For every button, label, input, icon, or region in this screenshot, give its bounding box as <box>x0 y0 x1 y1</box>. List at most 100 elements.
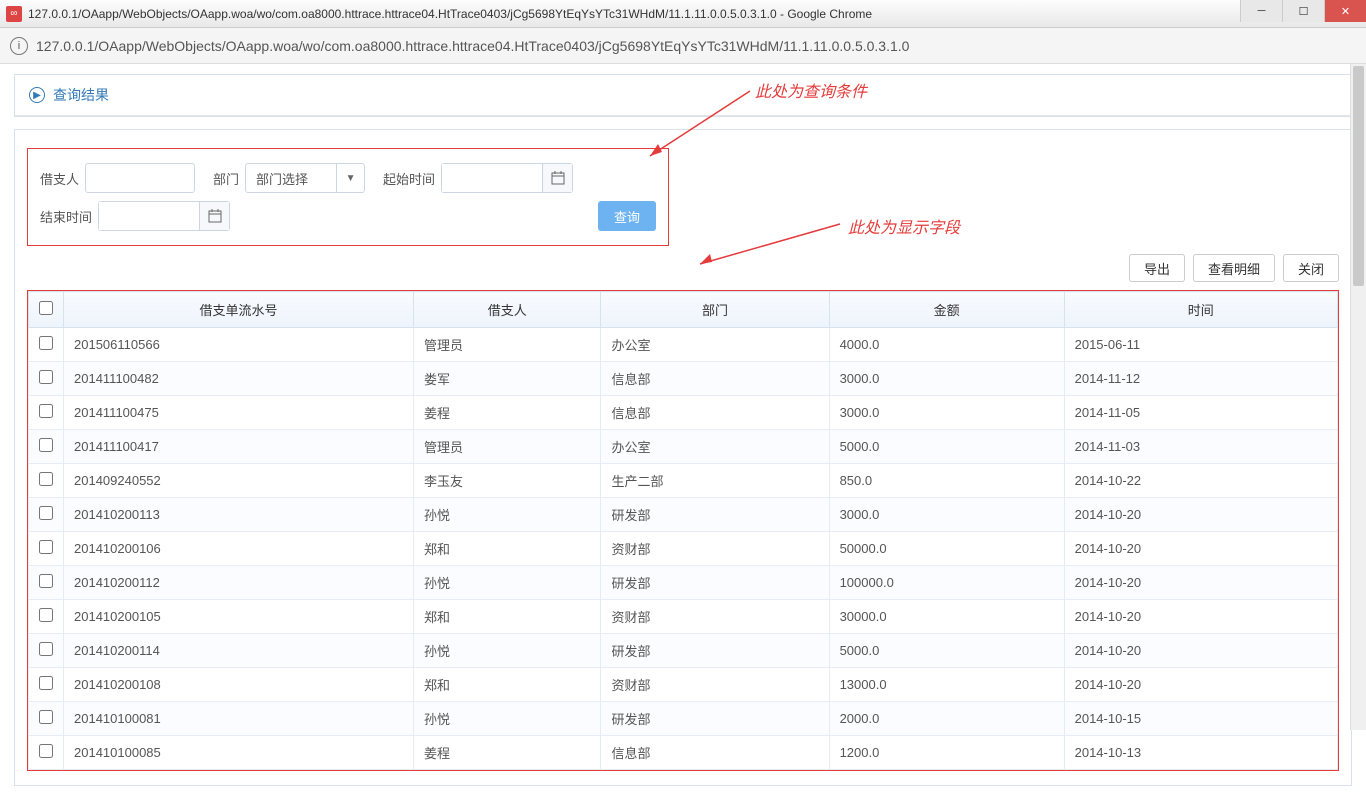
cell-dept: 研发部 <box>601 702 829 736</box>
row-checkbox[interactable] <box>39 336 53 350</box>
cell-serial: 201410200113 <box>64 498 414 532</box>
row-checkbox[interactable] <box>39 540 53 554</box>
cell-serial: 201410200114 <box>64 634 414 668</box>
cell-amount: 3000.0 <box>829 362 1064 396</box>
table-row[interactable]: 201506110566管理员办公室4000.02015-06-11 <box>29 328 1338 362</box>
cell-amount: 50000.0 <box>829 532 1064 566</box>
table-row[interactable]: 201411100417管理员办公室5000.02014-11-03 <box>29 430 1338 464</box>
row-checkbox[interactable] <box>39 472 53 486</box>
row-checkbox[interactable] <box>39 744 53 758</box>
cell-time: 2014-10-20 <box>1064 600 1337 634</box>
dept-label: 部门 <box>213 169 239 188</box>
panel-title: 查询结果 <box>53 85 109 105</box>
dept-select[interactable]: 部门选择 ▼ <box>245 163 365 193</box>
chevron-right-icon[interactable]: ▶ <box>29 87 45 103</box>
end-date-field[interactable] <box>99 202 199 230</box>
cell-dept: 办公室 <box>601 328 829 362</box>
row-checkbox[interactable] <box>39 438 53 452</box>
maximize-button[interactable]: ☐ <box>1282 0 1324 22</box>
result-table-wrap: 借支单流水号 借支人 部门 金额 时间 201506110566管理员办公室40… <box>27 290 1339 771</box>
cell-serial: 201410100085 <box>64 736 414 770</box>
query-button[interactable]: 查询 <box>598 201 656 231</box>
cell-serial: 201411100417 <box>64 430 414 464</box>
cell-time: 2014-10-13 <box>1064 736 1337 770</box>
row-checkbox[interactable] <box>39 370 53 384</box>
table-row[interactable]: 201410200106郑和资财部50000.02014-10-20 <box>29 532 1338 566</box>
select-all-checkbox[interactable] <box>39 301 53 315</box>
end-date-input[interactable] <box>98 201 230 231</box>
row-checkbox[interactable] <box>39 710 53 724</box>
annotation-fields: 此处为显示字段 <box>848 214 960 238</box>
cell-amount: 3000.0 <box>829 396 1064 430</box>
chevron-down-icon: ▼ <box>336 164 364 192</box>
cell-amount: 2000.0 <box>829 702 1064 736</box>
row-checkbox[interactable] <box>39 404 53 418</box>
table-row[interactable]: 201410200114孙悦研发部5000.02014-10-20 <box>29 634 1338 668</box>
scroll-thumb[interactable] <box>1353 66 1364 286</box>
table-row[interactable]: 201410100085姜程信息部1200.02014-10-13 <box>29 736 1338 770</box>
filter-borrower: 借支人 <box>40 163 195 193</box>
cell-borrower: 郑和 <box>414 532 601 566</box>
scrollbar[interactable] <box>1350 64 1366 730</box>
info-icon[interactable]: i <box>10 37 28 55</box>
cell-borrower: 李玉友 <box>414 464 601 498</box>
cell-borrower: 孙悦 <box>414 634 601 668</box>
cell-amount: 4000.0 <box>829 328 1064 362</box>
table-row[interactable]: 201411100482娄军信息部3000.02014-11-12 <box>29 362 1338 396</box>
table-row[interactable]: 201410200105郑和资财部30000.02014-10-20 <box>29 600 1338 634</box>
calendar-icon[interactable] <box>542 164 572 192</box>
table-row[interactable]: 201410200113孙悦研发部3000.02014-10-20 <box>29 498 1338 532</box>
table-header-row: 借支单流水号 借支人 部门 金额 时间 <box>29 292 1338 328</box>
cell-dept: 信息部 <box>601 362 829 396</box>
cell-dept: 研发部 <box>601 634 829 668</box>
result-table: 借支单流水号 借支人 部门 金额 时间 201506110566管理员办公室40… <box>28 291 1338 770</box>
cell-amount: 5000.0 <box>829 634 1064 668</box>
close-button[interactable]: 关闭 <box>1283 254 1339 282</box>
cell-amount: 1200.0 <box>829 736 1064 770</box>
calendar-icon[interactable] <box>199 202 229 230</box>
table-row[interactable]: 201409240552李玉友生产二部850.02014-10-22 <box>29 464 1338 498</box>
cell-borrower: 孙悦 <box>414 566 601 600</box>
close-window-button[interactable]: ✕ <box>1324 0 1366 22</box>
window-title: 127.0.0.1/OAapp/WebObjects/OAapp.woa/wo/… <box>28 7 872 21</box>
cell-borrower: 姜程 <box>414 396 601 430</box>
cell-borrower: 管理员 <box>414 430 601 464</box>
cell-serial: 201506110566 <box>64 328 414 362</box>
cell-dept: 信息部 <box>601 396 829 430</box>
col-serial: 借支单流水号 <box>64 292 414 328</box>
url-text[interactable]: 127.0.0.1/OAapp/WebObjects/OAapp.woa/wo/… <box>36 38 909 54</box>
cell-serial: 201410200106 <box>64 532 414 566</box>
export-button[interactable]: 导出 <box>1129 254 1185 282</box>
cell-borrower: 孙悦 <box>414 702 601 736</box>
cell-dept: 资财部 <box>601 532 829 566</box>
table-row[interactable]: 201411100475姜程信息部3000.02014-11-05 <box>29 396 1338 430</box>
start-date-field[interactable] <box>442 164 542 192</box>
table-row[interactable]: 201410100081孙悦研发部2000.02014-10-15 <box>29 702 1338 736</box>
cell-time: 2014-10-22 <box>1064 464 1337 498</box>
start-date-input[interactable] <box>441 163 573 193</box>
row-checkbox[interactable] <box>39 506 53 520</box>
borrower-input[interactable] <box>85 163 195 193</box>
row-checkbox[interactable] <box>39 574 53 588</box>
cell-amount: 30000.0 <box>829 600 1064 634</box>
row-checkbox[interactable] <box>39 642 53 656</box>
cell-borrower: 郑和 <box>414 600 601 634</box>
cell-serial: 201409240552 <box>64 464 414 498</box>
borrower-label: 借支人 <box>40 169 79 188</box>
row-checkbox[interactable] <box>39 676 53 690</box>
cell-dept: 资财部 <box>601 668 829 702</box>
detail-button[interactable]: 查看明细 <box>1193 254 1275 282</box>
table-row[interactable]: 201410200112孙悦研发部100000.02014-10-20 <box>29 566 1338 600</box>
minimize-button[interactable]: ─ <box>1240 0 1282 22</box>
cell-time: 2014-11-05 <box>1064 396 1337 430</box>
cell-time: 2014-10-20 <box>1064 532 1337 566</box>
annotation-condition: 此处为查询条件 <box>755 78 867 102</box>
col-borrower: 借支人 <box>414 292 601 328</box>
cell-serial: 201411100475 <box>64 396 414 430</box>
cell-amount: 13000.0 <box>829 668 1064 702</box>
table-row[interactable]: 201410200108郑和资财部13000.02014-10-20 <box>29 668 1338 702</box>
cell-amount: 5000.0 <box>829 430 1064 464</box>
favicon-icon: ∞ <box>6 6 22 22</box>
cell-amount: 3000.0 <box>829 498 1064 532</box>
row-checkbox[interactable] <box>39 608 53 622</box>
